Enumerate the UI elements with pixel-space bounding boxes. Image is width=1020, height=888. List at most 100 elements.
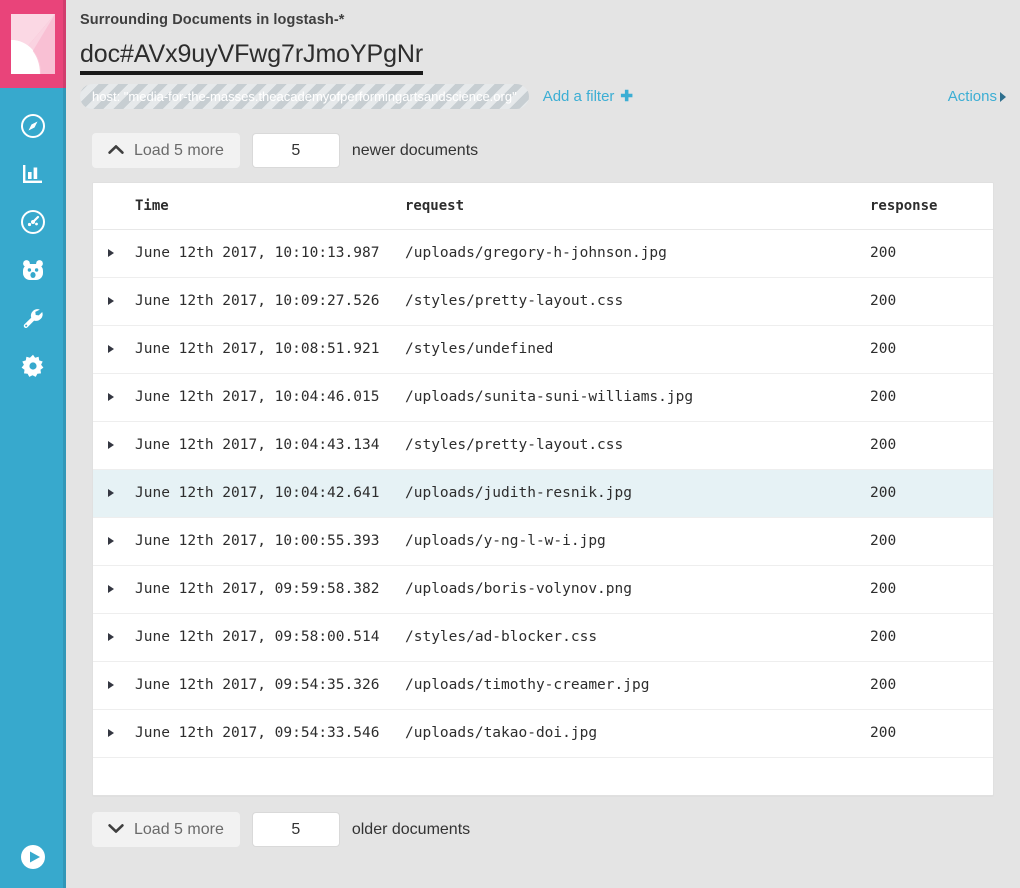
table-row[interactable]: June 12th 2017, 09:54:33.546/uploads/tak… [93, 709, 994, 757]
table-header: Time request response [93, 183, 994, 229]
table-row[interactable]: June 12th 2017, 10:10:13.987/uploads/gre… [93, 229, 994, 277]
content-region: Load 5 more newer documents [66, 119, 1020, 888]
sidebar-item-discover[interactable] [0, 102, 66, 150]
row-expand-cell[interactable] [93, 709, 135, 757]
row-expand-cell[interactable] [93, 325, 135, 373]
row-response: 200 [870, 565, 994, 613]
table-row[interactable]: June 12th 2017, 10:04:46.015/uploads/sun… [93, 373, 994, 421]
row-time: June 12th 2017, 09:59:58.382 [135, 565, 405, 613]
filter-bar: host: "media-for-the-masses.theacademyof… [66, 75, 1020, 119]
expand-caret-icon[interactable] [108, 345, 114, 353]
table-row[interactable]: June 12th 2017, 09:59:58.382/uploads/bor… [93, 565, 994, 613]
table-row[interactable]: June 12th 2017, 09:54:35.326/uploads/tim… [93, 661, 994, 709]
table-filler-cell [405, 757, 870, 795]
load-older-bar: Load 5 more older documents [92, 796, 994, 847]
row-response: 200 [870, 517, 994, 565]
row-time: June 12th 2017, 10:00:55.393 [135, 517, 405, 565]
table-header-request[interactable]: request [405, 183, 870, 229]
load-older-button[interactable]: Load 5 more [92, 812, 240, 847]
table-row[interactable]: June 12th 2017, 10:09:27.526/styles/pret… [93, 277, 994, 325]
row-request: /uploads/gregory-h-johnson.jpg [405, 229, 870, 277]
expand-caret-icon[interactable] [108, 393, 114, 401]
row-time: June 12th 2017, 10:09:27.526 [135, 277, 405, 325]
load-older-label: Load 5 more [134, 821, 224, 839]
expand-caret-icon[interactable] [108, 585, 114, 593]
row-time: June 12th 2017, 09:58:00.514 [135, 613, 405, 661]
expand-caret-icon[interactable] [108, 729, 114, 737]
table-row[interactable]: June 12th 2017, 10:00:55.393/uploads/y-n… [93, 517, 994, 565]
table-header-time[interactable]: Time [135, 183, 405, 229]
row-expand-cell[interactable] [93, 661, 135, 709]
row-response: 200 [870, 661, 994, 709]
sidebar-item-dashboard[interactable] [0, 198, 66, 246]
row-request: /styles/pretty-layout.css [405, 421, 870, 469]
row-request: /styles/ad-blocker.css [405, 613, 870, 661]
newer-count-input[interactable] [252, 133, 340, 168]
row-time: June 12th 2017, 10:08:51.921 [135, 325, 405, 373]
expand-caret-icon[interactable] [108, 681, 114, 689]
table-filler-cell [870, 757, 994, 795]
table-row[interactable]: June 12th 2017, 10:08:51.921/styles/unde… [93, 325, 994, 373]
filter-pill-host[interactable]: host: "media-for-the-masses.theacademyof… [80, 84, 529, 109]
table-row[interactable]: June 12th 2017, 10:04:43.134/styles/pret… [93, 421, 994, 469]
load-newer-button[interactable]: Load 5 more [92, 133, 240, 168]
row-response: 200 [870, 709, 994, 757]
row-response: 200 [870, 229, 994, 277]
sidebar-item-visualize[interactable] [0, 150, 66, 198]
sidebar-item-dev-tools[interactable] [0, 294, 66, 342]
row-response: 200 [870, 469, 994, 517]
table-header-response[interactable]: response [870, 183, 994, 229]
documents-table: Time request response June 12th 2017, 10… [93, 183, 994, 795]
expand-caret-icon[interactable] [108, 633, 114, 641]
table-filler-cell [93, 757, 135, 795]
row-expand-cell[interactable] [93, 565, 135, 613]
kibana-logo[interactable] [0, 0, 66, 88]
add-filter-button[interactable]: Add a filter ✚ [543, 88, 633, 105]
kibana-logo-mark [11, 14, 55, 74]
sidebar-spacer [0, 390, 66, 830]
global-nav-sidebar [0, 0, 66, 888]
row-expand-cell[interactable] [93, 469, 135, 517]
sidebar-collapse-button[interactable] [0, 830, 66, 888]
row-request: /uploads/judith-resnik.jpg [405, 469, 870, 517]
row-expand-cell[interactable] [93, 373, 135, 421]
expand-caret-icon[interactable] [108, 489, 114, 497]
older-count-input[interactable] [252, 812, 340, 847]
expand-caret-icon[interactable] [108, 441, 114, 449]
expand-caret-icon[interactable] [108, 537, 114, 545]
table-header-row: Time request response [93, 183, 994, 229]
sidebar-nav-list [0, 88, 66, 390]
timelion-icon [20, 257, 46, 283]
row-time: June 12th 2017, 09:54:33.546 [135, 709, 405, 757]
doc-id-wrap: doc#AVx9uyVFwg7rJmoYPgNr [80, 38, 423, 75]
row-expand-cell[interactable] [93, 229, 135, 277]
row-request: /uploads/takao-doi.jpg [405, 709, 870, 757]
row-time: June 12th 2017, 10:10:13.987 [135, 229, 405, 277]
table-row[interactable]: June 12th 2017, 10:04:42.641/uploads/jud… [93, 469, 994, 517]
row-request: /uploads/sunita-suni-williams.jpg [405, 373, 870, 421]
row-expand-cell[interactable] [93, 517, 135, 565]
row-request: /styles/pretty-layout.css [405, 277, 870, 325]
table-body: June 12th 2017, 10:10:13.987/uploads/gre… [93, 229, 994, 795]
row-request: /styles/undefined [405, 325, 870, 373]
sidebar-item-timelion[interactable] [0, 246, 66, 294]
caret-right-icon [1000, 92, 1006, 102]
table-row[interactable]: June 12th 2017, 09:58:00.514/styles/ad-b… [93, 613, 994, 661]
wrench-icon [20, 305, 46, 331]
row-request: /uploads/boris-volynov.png [405, 565, 870, 613]
actions-menu-button[interactable]: Actions [948, 88, 1006, 105]
page-title: doc#AVx9uyVFwg7rJmoYPgNr [80, 38, 423, 70]
row-response: 200 [870, 277, 994, 325]
expand-caret-icon[interactable] [108, 249, 114, 257]
row-expand-cell[interactable] [93, 613, 135, 661]
row-request: /uploads/y-ng-l-w-i.jpg [405, 517, 870, 565]
load-newer-bar: Load 5 more newer documents [92, 119, 994, 182]
row-expand-cell[interactable] [93, 277, 135, 325]
chevron-down-icon [108, 821, 124, 839]
sidebar-item-management[interactable] [0, 342, 66, 390]
row-time: June 12th 2017, 10:04:42.641 [135, 469, 405, 517]
row-response: 200 [870, 325, 994, 373]
expand-caret-icon[interactable] [108, 297, 114, 305]
row-expand-cell[interactable] [93, 421, 135, 469]
row-response: 200 [870, 373, 994, 421]
